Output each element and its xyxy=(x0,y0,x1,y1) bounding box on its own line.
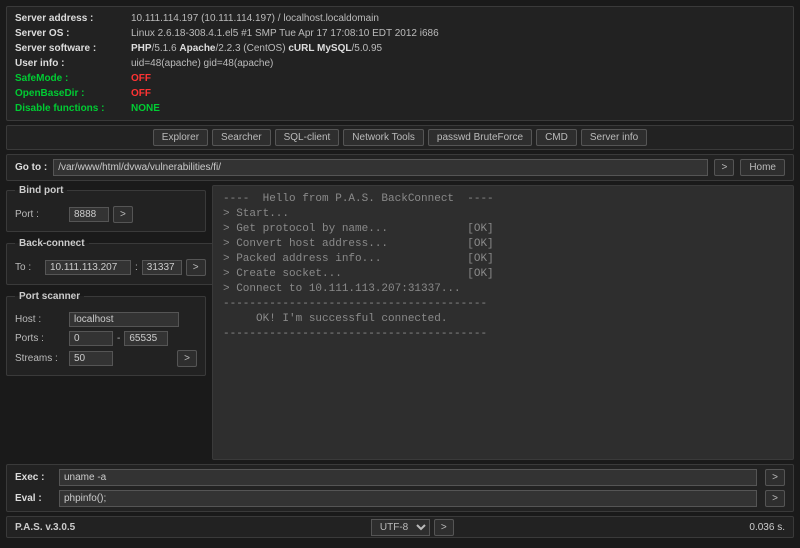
nav-sql-client[interactable]: SQL-client xyxy=(275,129,340,146)
server-address-value: 10.111.114.197 (10.111.114.197) / localh… xyxy=(131,11,379,26)
disable-functions-value: NONE xyxy=(131,101,160,116)
goto-button[interactable]: > xyxy=(714,159,734,176)
nav-cmd[interactable]: CMD xyxy=(536,129,577,146)
nav-bar: Explorer Searcher SQL-client Network Too… xyxy=(6,125,794,150)
user-info-value: uid=48(apache) gid=48(apache) xyxy=(131,56,273,71)
server-software-label: Server software : xyxy=(15,41,125,56)
php-label: PHP xyxy=(131,43,152,54)
back-connect-host-input[interactable] xyxy=(45,260,131,275)
back-connect-to-label: To : xyxy=(15,262,41,273)
port-scanner-box: Port scanner Host : Ports : - Streams : … xyxy=(6,291,206,376)
server-info-panel: Server address : 10.111.114.197 (10.111.… xyxy=(6,6,794,121)
eval-label: Eval : xyxy=(15,493,51,504)
server-address-label: Server address : xyxy=(15,11,125,26)
eval-button[interactable]: > xyxy=(765,490,785,507)
port-scanner-legend: Port scanner xyxy=(15,291,84,302)
goto-input[interactable] xyxy=(53,159,708,176)
scan-ports-label: Ports : xyxy=(15,333,65,344)
bind-port-legend: Bind port xyxy=(15,185,67,196)
eval-input[interactable] xyxy=(59,490,757,507)
nav-server-info[interactable]: Server info xyxy=(581,129,647,146)
user-info-label: User info : xyxy=(15,56,125,71)
encoding-select[interactable]: UTF-8 xyxy=(371,519,430,536)
scan-streams-label: Streams : xyxy=(15,353,65,364)
safemode-label: SafeMode : xyxy=(15,71,125,86)
scan-port-sep: - xyxy=(117,333,120,344)
server-os-label: Server OS : xyxy=(15,26,125,41)
openbasedir-value: OFF xyxy=(131,86,151,101)
bind-port-box: Bind port Port : > xyxy=(6,185,206,232)
back-connect-box: Back-connect To : : > xyxy=(6,238,215,285)
back-connect-legend: Back-connect xyxy=(15,238,89,249)
bind-port-input[interactable] xyxy=(69,207,109,222)
curl-mysql-label: cURL MySQL xyxy=(288,43,351,54)
nav-searcher[interactable]: Searcher xyxy=(212,129,271,146)
apache-label: Apache xyxy=(179,43,215,54)
openbasedir-label: OpenBaseDir : xyxy=(15,86,125,101)
goto-label: Go to : xyxy=(15,162,47,173)
exec-panel: Exec : > Eval : > xyxy=(6,464,794,512)
exec-label: Exec : xyxy=(15,472,51,483)
back-connect-button[interactable]: > xyxy=(186,259,206,276)
version-label: P.A.S. v.3.0.5 xyxy=(15,522,75,533)
server-os-value: Linux 2.6.18-308.4.1.el5 #1 SMP Tue Apr … xyxy=(131,26,439,41)
scan-host-input[interactable] xyxy=(69,312,179,327)
back-connect-port-input[interactable] xyxy=(142,260,182,275)
exec-input[interactable] xyxy=(59,469,757,486)
scan-host-label: Host : xyxy=(15,314,65,325)
scan-button[interactable]: > xyxy=(177,350,197,367)
encoding-button[interactable]: > xyxy=(434,519,454,536)
nav-passwd-bruteforce[interactable]: passwd BruteForce xyxy=(428,129,532,146)
terminal-output: ---- Hello from P.A.S. BackConnect ---- … xyxy=(212,185,794,460)
disable-functions-label: Disable functions : xyxy=(15,101,125,116)
home-button[interactable]: Home xyxy=(740,159,785,176)
nav-network-tools[interactable]: Network Tools xyxy=(343,129,424,146)
back-connect-sep: : xyxy=(135,262,138,273)
scan-port-to-input[interactable] xyxy=(124,331,168,346)
footer: P.A.S. v.3.0.5 UTF-8 > 0.036 s. xyxy=(6,516,794,538)
scan-port-from-input[interactable] xyxy=(69,331,113,346)
execution-time: 0.036 s. xyxy=(749,522,785,533)
scan-streams-input[interactable] xyxy=(69,351,113,366)
bind-port-label: Port : xyxy=(15,209,65,220)
bind-port-button[interactable]: > xyxy=(113,206,133,223)
goto-panel: Go to : > Home xyxy=(6,154,794,181)
exec-button[interactable]: > xyxy=(765,469,785,486)
safemode-value: OFF xyxy=(131,71,151,86)
nav-explorer[interactable]: Explorer xyxy=(153,129,208,146)
server-software-value: PHP/5.1.6 Apache/2.2.3 (CentOS) cURL MyS… xyxy=(131,41,382,56)
